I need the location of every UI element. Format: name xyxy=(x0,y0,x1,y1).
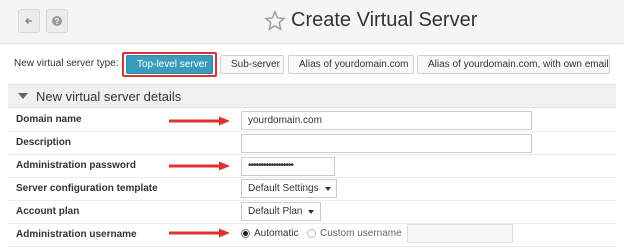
sub-server-label: Sub-server xyxy=(231,59,280,70)
arrow-right-icon xyxy=(169,228,230,238)
back-button[interactable] xyxy=(18,9,40,33)
arrow-right-icon xyxy=(169,116,230,126)
chevron-down-icon xyxy=(308,209,315,214)
section-title: New virtual server details xyxy=(36,88,182,104)
config-template-select[interactable]: Default Settings xyxy=(241,179,337,198)
domain-name-input[interactable]: yourdomain.com xyxy=(241,111,532,130)
page-title: Create Virtual Server xyxy=(291,9,478,31)
automatic-radio[interactable]: Automatic xyxy=(241,228,298,239)
highlight-box xyxy=(122,52,217,77)
alias-with-email-label: Alias of yourdomain.com, with own email xyxy=(428,59,609,70)
description-input[interactable] xyxy=(241,134,532,153)
account-plan-label: Account plan xyxy=(16,206,80,217)
chevron-down-icon xyxy=(324,186,331,191)
question-circle-icon: ? xyxy=(52,16,62,26)
caret-down-icon xyxy=(18,93,28,99)
top-bar: ? Create Virtual Server xyxy=(0,0,624,44)
server-type-label: New virtual server type: xyxy=(14,58,119,69)
help-button[interactable]: ? xyxy=(46,9,68,33)
automatic-label: Automatic xyxy=(254,228,299,239)
star-outline-icon[interactable] xyxy=(264,10,286,32)
account-plan-select[interactable]: Default Plan xyxy=(241,202,321,221)
account-plan-value: Default Plan xyxy=(248,206,303,217)
config-template-value: Default Settings xyxy=(248,183,319,194)
config-template-label: Server configuration template xyxy=(16,183,158,194)
sub-server-button[interactable]: Sub-server xyxy=(220,55,284,74)
alias-with-email-button[interactable]: Alias of yourdomain.com, with own email xyxy=(417,55,610,74)
arrow-right-icon xyxy=(169,161,230,171)
svg-text:?: ? xyxy=(55,17,60,26)
custom-username-label: Custom username xyxy=(320,228,402,239)
section-header[interactable]: New virtual server details xyxy=(8,84,616,108)
alias-label: Alias of yourdomain.com xyxy=(299,59,409,70)
admin-password-input[interactable]: •••••••••••••••••• xyxy=(241,157,335,176)
admin-password-label: Administration password xyxy=(16,160,137,171)
description-label: Description xyxy=(16,137,72,148)
radio-selected-icon xyxy=(241,229,250,238)
radio-unselected-icon xyxy=(307,229,316,238)
custom-username-input[interactable] xyxy=(407,224,513,243)
domain-name-label: Domain name xyxy=(16,114,82,125)
custom-username-radio[interactable]: Custom username xyxy=(307,228,402,239)
admin-username-label: Administration username xyxy=(16,229,137,240)
arrow-left-icon xyxy=(24,17,32,25)
alias-button[interactable]: Alias of yourdomain.com xyxy=(288,55,414,74)
